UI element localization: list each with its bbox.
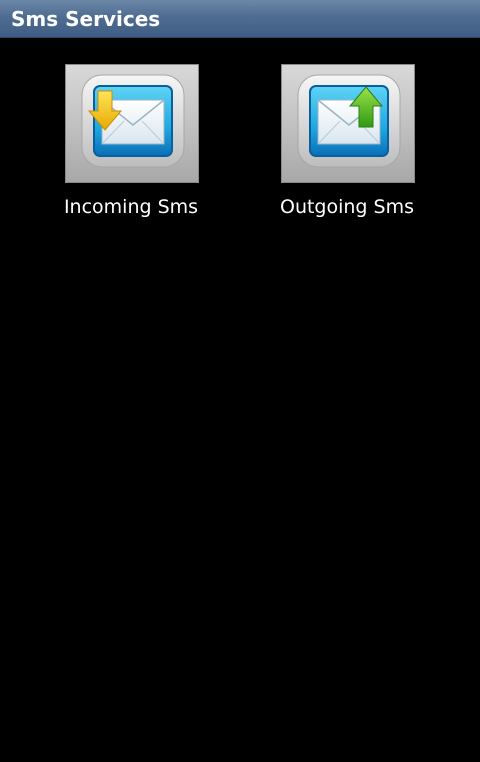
app-title: Sms Services: [11, 7, 161, 31]
outgoing-sms-button[interactable]: Outgoing Sms: [262, 64, 432, 234]
menu-grid: Incoming Sms Outgoing Sms: [0, 38, 480, 762]
title-bar: Sms Services: [0, 0, 480, 38]
incoming-sms-label: Incoming Sms: [63, 196, 199, 218]
incoming-sms-button[interactable]: Incoming Sms: [46, 64, 216, 234]
outgoing-mail-icon[interactable]: [281, 64, 415, 183]
incoming-mail-icon[interactable]: [65, 64, 199, 183]
outgoing-sms-label: Outgoing Sms: [279, 196, 415, 218]
